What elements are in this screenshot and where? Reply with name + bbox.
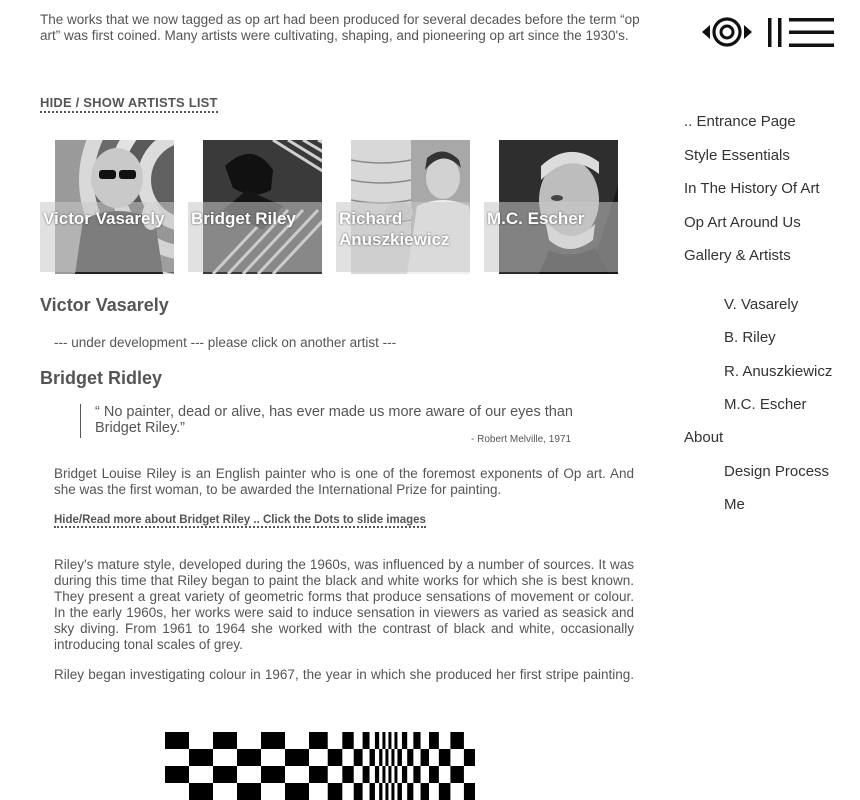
vasarely-section-title: Victor Vasarely	[40, 295, 169, 315]
nav-history-of-art[interactable]: In The History Of Art	[684, 180, 820, 197]
nav-op-art-around-us[interactable]: Op Art Around Us	[684, 214, 801, 231]
site-logo-icon[interactable]	[700, 14, 836, 50]
artist-thumbnails: Victor Vasarely Bridget Riley Richard An…	[40, 140, 640, 274]
nav-sub-escher[interactable]: M.C. Escher	[724, 396, 807, 413]
artist-name: Bridget Riley	[188, 202, 322, 272]
riley-quote: “ No painter, dead or alive, has ever ma…	[80, 404, 580, 445]
quote-text: “ No painter, dead or alive, has ever ma…	[95, 404, 573, 436]
artist-name: Victor Vasarely	[40, 202, 174, 272]
artist-tile-escher[interactable]: M.C. Escher	[484, 140, 618, 274]
artist-name: Richard Anuszkiewicz	[336, 202, 470, 272]
quote-attribution: - Robert Melville, 1971	[471, 434, 572, 445]
nav-gallery-artists[interactable]: Gallery & Artists	[684, 247, 791, 264]
riley-section-title: Bridget Ridley	[40, 368, 163, 388]
artist-name: M.C. Escher	[484, 202, 618, 272]
riley-bio: Bridget Louise Riley is an English paint…	[54, 466, 634, 497]
artist-tile-anuszkiewicz[interactable]: Richard Anuszkiewicz	[336, 140, 470, 274]
text-clip-edge	[40, 684, 640, 694]
nav-sub-design-process[interactable]: Design Process	[724, 463, 829, 480]
nav-style-essentials[interactable]: Style Essentials	[684, 147, 790, 164]
nav-entrance-page[interactable]: .. Entrance Page	[684, 113, 796, 130]
nav-sub-vasarely[interactable]: V. Vasarely	[724, 296, 798, 313]
riley-paragraph: Riley's mature style, developed during t…	[54, 557, 634, 652]
nav-about[interactable]: About	[684, 429, 723, 446]
toggle-artists-list-link[interactable]: HIDE / SHOW ARTISTS LIST	[40, 95, 218, 113]
nav-sub-me[interactable]: Me	[724, 496, 745, 513]
nav-sub-riley[interactable]: B. Riley	[724, 329, 776, 346]
nav-sub-anuszkiewicz[interactable]: R. Anuszkiewicz	[724, 363, 832, 380]
under-development-note: --- under development --- please click o…	[54, 335, 397, 350]
artist-tile-vasarely[interactable]: Victor Vasarely	[40, 140, 174, 274]
artist-tile-riley[interactable]: Bridget Riley	[188, 140, 322, 274]
intro-text: The works that we now tagged as op art h…	[40, 12, 640, 43]
read-more-riley-link[interactable]: Hide/Read more about Bridget Riley .. Cl…	[54, 514, 426, 528]
riley-artwork-image[interactable]	[165, 732, 475, 800]
